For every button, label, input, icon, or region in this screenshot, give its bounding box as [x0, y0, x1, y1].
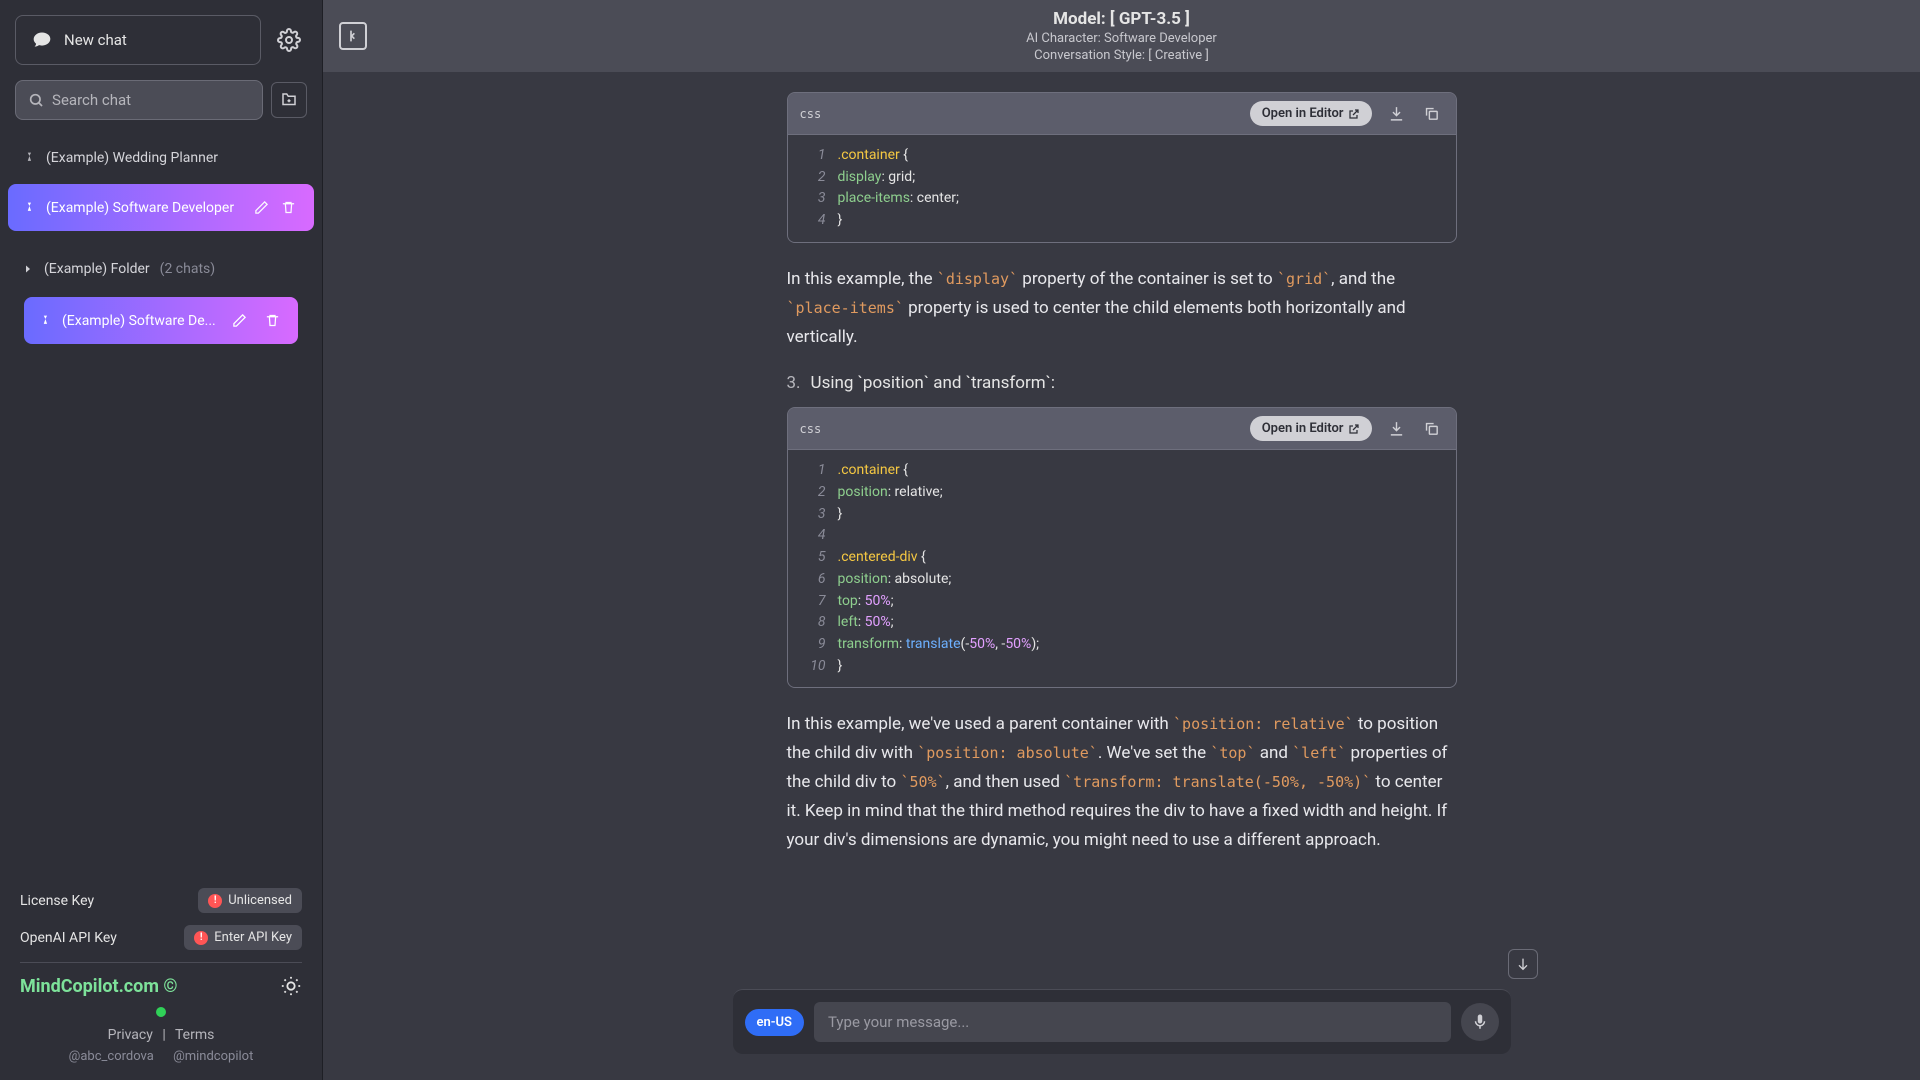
pin-icon [22, 201, 36, 215]
alert-icon: ! [208, 894, 222, 908]
api-label: OpenAI API Key [20, 930, 117, 946]
sun-icon [280, 975, 302, 997]
code-language: css [800, 107, 1250, 121]
chat-content[interactable]: css Open in Editor 1.container {2 displa… [323, 72, 1920, 989]
message-input[interactable] [814, 1002, 1451, 1042]
license-label: License Key [20, 893, 94, 909]
chat-item-label: (Example) Wedding Planner [46, 150, 300, 166]
download-icon [1388, 420, 1405, 437]
character-line: AI Character: Software Developer [1026, 31, 1217, 46]
chat-item-label: (Example) Software Developer [46, 200, 240, 216]
pin-icon [22, 151, 36, 165]
settings-button[interactable] [271, 22, 307, 58]
new-chat-button[interactable]: New chat [15, 15, 261, 65]
download-icon [1388, 105, 1405, 122]
folder-label: (Example) Folder [44, 261, 150, 277]
privacy-link[interactable]: Privacy [108, 1027, 153, 1043]
code-body: 1.container {2 position: relative;3}45.c… [788, 449, 1456, 687]
pin-icon [38, 314, 52, 328]
brand-link[interactable]: MindCopilot.com © [20, 976, 178, 997]
dragged-chat-item[interactable]: (Example) Software De... [24, 297, 298, 344]
edit-button[interactable] [228, 309, 251, 332]
gear-icon [277, 28, 301, 52]
copy-button[interactable] [1419, 416, 1444, 441]
external-icon [1348, 108, 1360, 120]
paragraph: In this example, we've used a parent con… [787, 710, 1457, 854]
model-line: Model: [ GPT-3.5 ] [1026, 9, 1217, 29]
chat-item-label: (Example) Software De... [62, 313, 218, 329]
search-input[interactable] [52, 91, 250, 109]
copy-button[interactable] [1419, 101, 1444, 126]
external-icon [1348, 423, 1360, 435]
delete-button[interactable] [261, 309, 284, 332]
chat-item-software[interactable]: (Example) Software Developer [8, 184, 314, 231]
terms-link[interactable]: Terms [175, 1027, 214, 1043]
mic-icon [1471, 1013, 1489, 1031]
open-editor-button[interactable]: Open in Editor [1250, 101, 1372, 126]
open-editor-button[interactable]: Open in Editor [1250, 416, 1372, 441]
folder-plus-icon [280, 91, 298, 109]
paragraph: In this example, the `display` property … [787, 265, 1457, 352]
sidebar-footer: License Key !Unlicensed OpenAI API Key !… [0, 871, 322, 1080]
topbar: Model: [ GPT-3.5 ] AI Character: Softwar… [323, 0, 1920, 72]
status-dot [156, 1007, 166, 1017]
chat-list: (Example) Wedding Planner (Example) Soft… [0, 130, 322, 871]
chat-icon [32, 30, 52, 50]
alert-icon: ! [194, 931, 208, 945]
code-language: css [800, 422, 1250, 436]
collapse-sidebar-button[interactable] [339, 22, 367, 50]
search-input-wrap[interactable] [15, 80, 263, 120]
search-icon [28, 91, 44, 109]
delete-button[interactable] [277, 196, 300, 219]
copy-icon [1423, 420, 1440, 437]
scroll-down-button[interactable] [1508, 949, 1538, 979]
api-badge[interactable]: !Enter API Key [184, 925, 302, 950]
code-body: 1.container {2 display: grid;3 place-ite… [788, 134, 1456, 242]
language-pill[interactable]: en-US [745, 1009, 805, 1036]
arrow-down-icon [1515, 956, 1531, 972]
list-item: 3. Using `position` and `transform`: [787, 373, 1457, 393]
input-area: en-US [323, 989, 1920, 1080]
download-button[interactable] [1384, 101, 1409, 126]
code-block: css Open in Editor 1.container {2 positi… [787, 407, 1457, 688]
handle-link[interactable]: @abc_cordova [69, 1049, 154, 1064]
pencil-icon [254, 200, 269, 215]
theme-toggle[interactable] [280, 975, 302, 997]
main: Model: [ GPT-3.5 ] AI Character: Softwar… [323, 0, 1920, 1080]
trash-icon [265, 313, 280, 328]
header-info: Model: [ GPT-3.5 ] AI Character: Softwar… [1026, 9, 1217, 63]
handle-link[interactable]: @mindcopilot [173, 1049, 253, 1064]
copy-icon [1423, 105, 1440, 122]
style-line: Conversation Style: [ Creative ] [1026, 48, 1217, 63]
folder-item[interactable]: (Example) Folder (2 chats) [8, 249, 314, 289]
mic-button[interactable] [1461, 1003, 1499, 1041]
panel-collapse-icon [345, 28, 361, 44]
download-button[interactable] [1384, 416, 1409, 441]
chat-item-wedding[interactable]: (Example) Wedding Planner [8, 138, 314, 178]
edit-button[interactable] [250, 196, 273, 219]
sidebar: New chat (Example) Wedding Planner (Exam… [0, 0, 323, 1080]
chevron-right-icon [22, 263, 34, 275]
pencil-icon [232, 313, 247, 328]
folder-count: (2 chats) [160, 261, 215, 277]
new-chat-label: New chat [64, 31, 127, 49]
new-folder-button[interactable] [271, 82, 307, 118]
code-block: css Open in Editor 1.container {2 displa… [787, 92, 1457, 243]
trash-icon [281, 200, 296, 215]
license-badge[interactable]: !Unlicensed [198, 888, 302, 913]
